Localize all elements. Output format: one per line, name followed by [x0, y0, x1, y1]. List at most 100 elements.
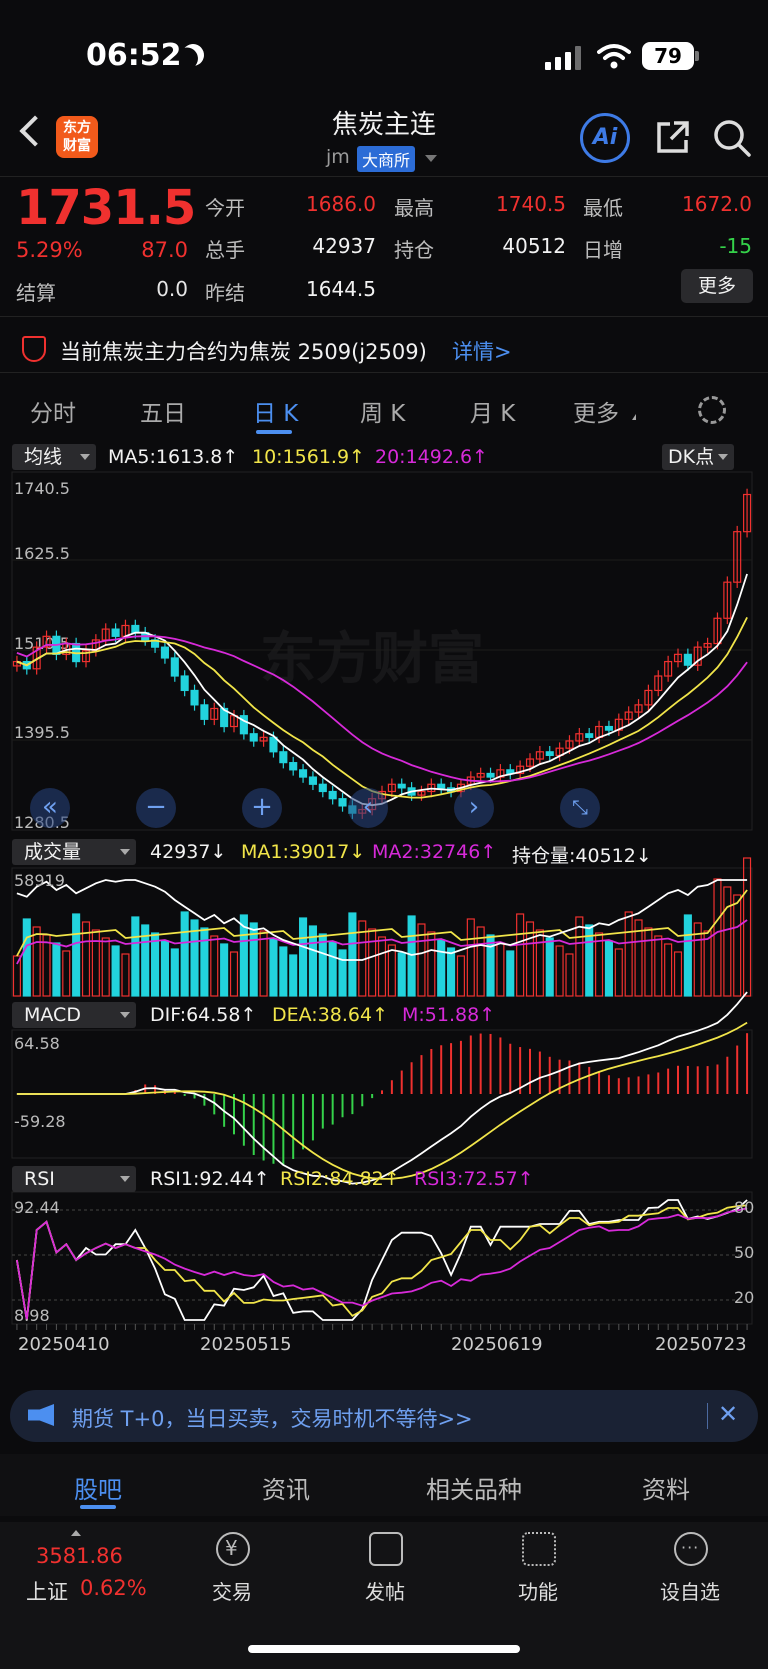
more-button[interactable]: 更多	[681, 269, 753, 303]
rsi-level-tick: 80	[734, 1198, 755, 1217]
volume-ma1-legend: MA1:39017↓	[241, 841, 366, 863]
volume-bar	[703, 930, 712, 997]
volume-bar	[407, 915, 416, 997]
date-tick: 20250619	[451, 1334, 543, 1355]
open-interest-label: 持仓	[394, 238, 434, 262]
index-value[interactable]: 3581.86	[36, 1544, 123, 1568]
gear-icon[interactable]	[698, 396, 726, 424]
candle-body	[486, 772, 495, 778]
volume-bar	[506, 950, 515, 997]
close-icon[interactable]: ✕	[718, 1400, 738, 1428]
volume-bar	[299, 917, 308, 997]
tab-profile[interactable]: 资料	[642, 1470, 690, 1505]
macd-max-tick: 64.58	[14, 1034, 60, 1053]
tab-five-day[interactable]: 五日	[140, 394, 186, 428]
volume-bar	[565, 953, 574, 997]
volume-bar	[32, 926, 41, 997]
candle-body	[131, 624, 140, 634]
candle-body	[397, 783, 406, 789]
volume-bar	[289, 954, 298, 997]
nav-trade[interactable]: 交易	[212, 1576, 252, 1605]
zoom-out-icon[interactable]: −	[136, 788, 176, 828]
battery-tip	[695, 51, 699, 61]
tab-more[interactable]: 更多	[573, 394, 619, 428]
settle-label: 结算	[16, 281, 56, 305]
volume-bar	[210, 935, 219, 997]
volume-bar	[713, 878, 722, 997]
open-interest-value: 40512	[502, 234, 566, 258]
tab-news[interactable]: 资讯	[262, 1470, 310, 1505]
nav-add-watchlist[interactable]: 设自选	[660, 1576, 720, 1605]
candle-body	[328, 790, 337, 800]
kline-chart[interactable]	[0, 442, 768, 1342]
rsi2-legend: RSI2:84.82↑	[280, 1168, 400, 1190]
tab-guba[interactable]: 股吧	[74, 1470, 122, 1505]
rsi3-line	[16, 1207, 748, 1321]
volume-bar	[131, 916, 140, 997]
candle-body	[318, 783, 327, 793]
tab-monthly-k[interactable]: 月 K	[470, 394, 515, 428]
tab-weekly-k[interactable]: 周 K	[360, 394, 405, 428]
rsi-indicator-select[interactable]: RSI	[12, 1166, 136, 1192]
share-icon[interactable]	[654, 118, 692, 156]
nav-post[interactable]: 发帖	[365, 1576, 405, 1605]
promo-text[interactable]: 期货 T+0，当日买卖，交易时机不等待>>	[72, 1403, 473, 1433]
exchange-badge[interactable]: 大商所	[357, 146, 416, 172]
open-value: 1686.0	[306, 192, 376, 216]
volume-bar	[575, 916, 584, 997]
volume-bar	[644, 927, 653, 997]
volume-bar	[200, 927, 209, 997]
expand-up-icon[interactable]	[71, 1530, 81, 1536]
nav-functions[interactable]: 功能	[518, 1576, 558, 1605]
candle-body	[160, 646, 169, 659]
zoom-in-icon[interactable]: +	[242, 788, 282, 828]
chevron-down-icon[interactable]	[425, 155, 437, 162]
panel-frame	[11, 867, 753, 997]
tab-related[interactable]: 相关品种	[426, 1470, 522, 1505]
candle-body	[269, 736, 278, 753]
index-name[interactable]: 上证	[26, 1576, 68, 1606]
ma5-line	[16, 573, 748, 807]
tab-daily-k[interactable]: 日 K	[253, 394, 298, 428]
change-amount: 87.0	[141, 238, 188, 262]
candle-body	[338, 798, 347, 807]
candle-body	[585, 733, 594, 738]
macd-min-tick: -59.28	[14, 1112, 66, 1131]
post-icon[interactable]	[369, 1532, 403, 1566]
step-right-icon[interactable]: ›	[454, 788, 494, 828]
search-icon[interactable]	[712, 118, 752, 158]
daily-add-label: 日增	[583, 238, 623, 262]
fullscreen-icon[interactable]: ⤡	[560, 788, 600, 828]
volume-bar	[545, 937, 554, 997]
candle-body	[604, 725, 613, 731]
volume-ma2-line	[16, 919, 748, 965]
notice-details-link[interactable]: 详情>	[452, 336, 512, 366]
home-indicator	[248, 1645, 520, 1653]
tab-intraday[interactable]: 分时	[30, 394, 76, 428]
volume-bar	[743, 857, 752, 997]
volume-bar	[279, 946, 288, 997]
daily-add-value: -15	[719, 234, 752, 258]
volume-indicator-select[interactable]: 成交量	[12, 839, 136, 865]
candle-body	[437, 783, 446, 789]
macd-indicator-select[interactable]: MACD	[12, 1002, 136, 1028]
candle-body	[279, 751, 288, 764]
volume-bar	[595, 932, 604, 997]
volume-bar	[456, 955, 465, 997]
index-change-percent[interactable]: 0.62%	[80, 1576, 147, 1600]
volume-legend: 42937↓	[150, 841, 227, 863]
volume-bar	[180, 911, 189, 997]
step-left-icon[interactable]: ‹	[348, 788, 388, 828]
volume-ma1-line	[16, 889, 748, 957]
volume-bar	[121, 953, 130, 997]
date-tick: 20250410	[18, 1334, 110, 1355]
ai-assistant-icon[interactable]: Ai	[580, 113, 630, 163]
functions-icon[interactable]	[522, 1532, 556, 1566]
prev-settle-value: 1644.5	[306, 277, 376, 301]
settle-value: 0.0	[156, 277, 188, 301]
volume-bar	[368, 928, 377, 997]
volume-bar	[91, 929, 100, 997]
scroll-left-icon[interactable]: «	[30, 788, 70, 828]
ma20-line	[16, 635, 748, 783]
rsi3-legend: RSI3:72.57↑	[414, 1168, 534, 1190]
